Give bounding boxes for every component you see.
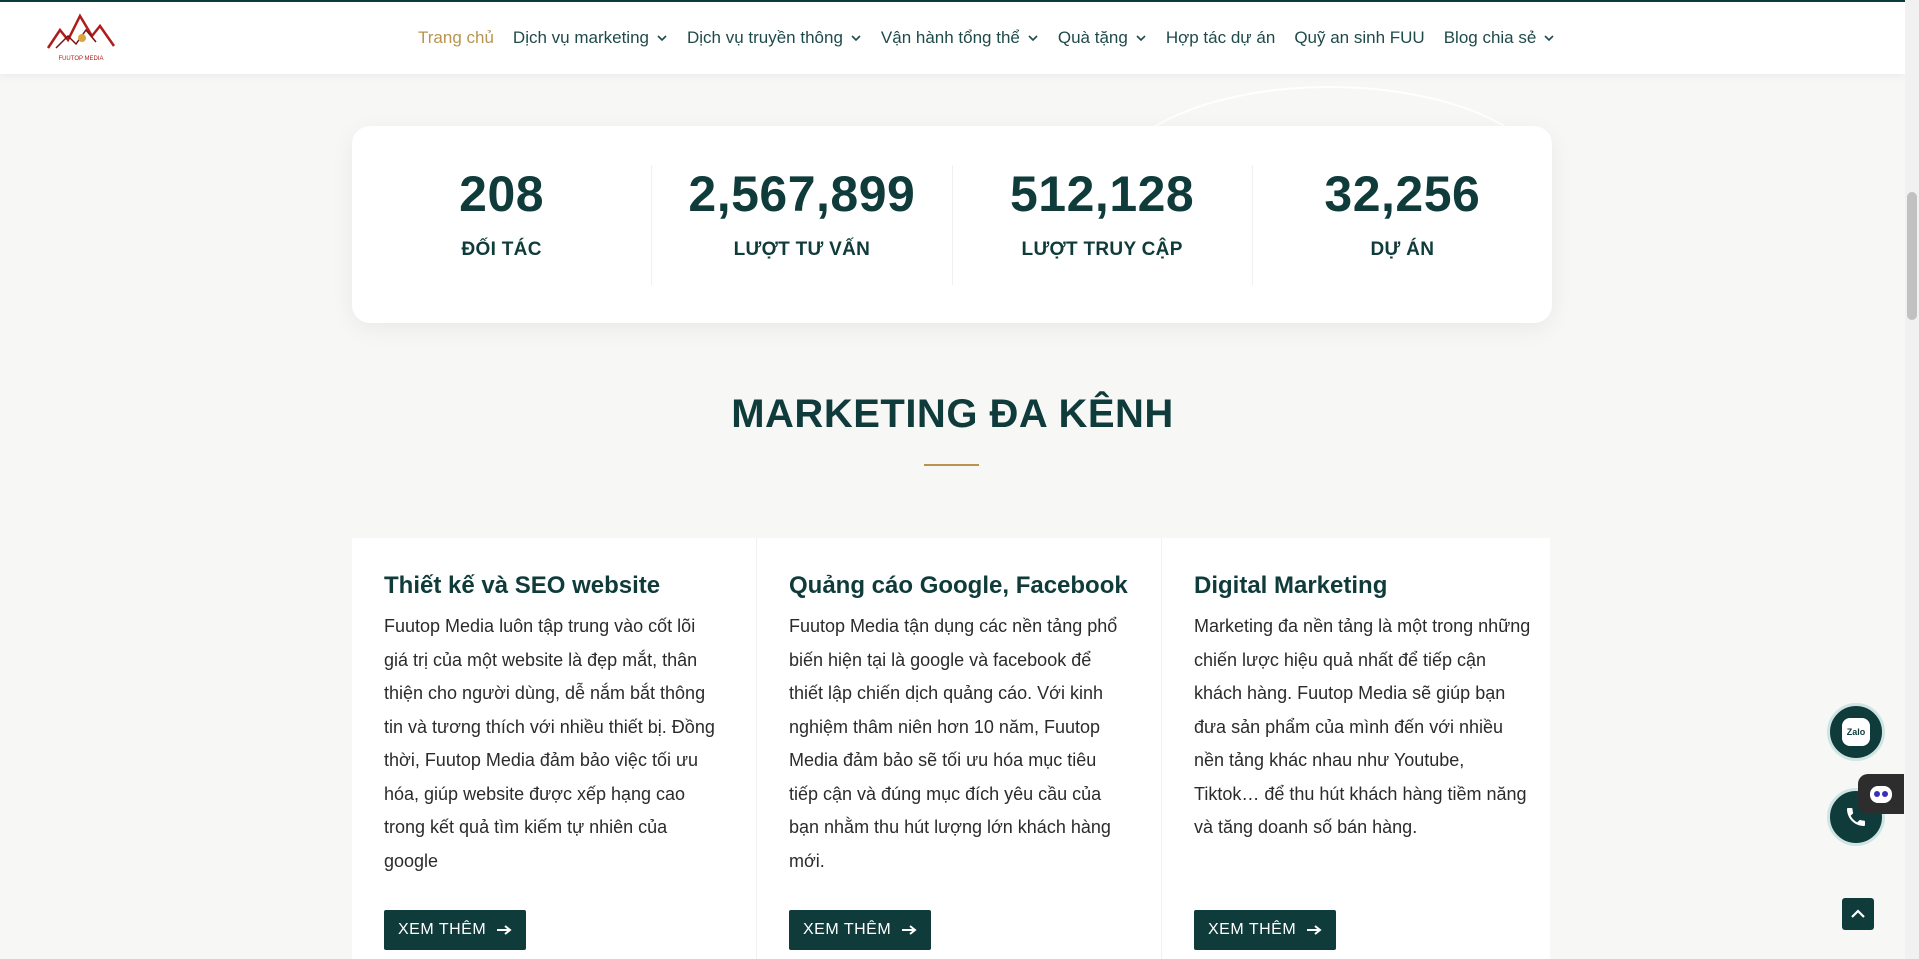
service-card: Thiết kế và SEO website Fuutop Media luôn… <box>352 538 757 959</box>
read-more-label: XEM THÊM <box>803 921 892 938</box>
arrow-right-icon <box>1307 925 1322 935</box>
nav-item-label: Quà tặng <box>1057 28 1128 47</box>
chevron-down-icon <box>657 35 667 42</box>
chevron-down-icon <box>1544 35 1554 42</box>
zalo-icon: Zalo <box>1842 718 1870 746</box>
stat-item: 208 ĐỐI TÁC <box>352 164 653 285</box>
nav-item-label: Dịch vụ marketing <box>512 28 649 47</box>
robot-icon <box>1870 786 1892 803</box>
scrollbar[interactable] <box>1905 0 1919 959</box>
card-description: Marketing đa nền tảng là một trong những… <box>1194 616 1531 837</box>
nav-item-label: Vận hành tổng thể <box>880 28 1020 47</box>
nav-item-label: Trang chủ <box>418 28 494 47</box>
arrow-right-icon <box>902 925 917 935</box>
nav-item-4[interactable]: Quà tặng <box>1058 28 1147 48</box>
chevron-down-icon <box>1028 35 1038 42</box>
main-nav: Trang chủ Dịch vụ marketing Dịch vụ truyền… <box>418 2 1574 74</box>
stat-value: 512,128 <box>1010 165 1195 222</box>
nav-item-7[interactable]: Blog chia sẻ <box>1444 28 1556 48</box>
stat-value: 208 <box>459 165 545 222</box>
nav-item-1[interactable]: Dịch vụ marketing <box>513 28 668 48</box>
nav-item-label: Blog chia sẻ <box>1443 28 1537 47</box>
stat-label: DỰ ÁN <box>1370 238 1435 260</box>
service-cards: Thiết kế và SEO website Fuutop Media luôn… <box>352 538 1550 959</box>
stat-item: 2,567,899 LƯỢT TƯ VẤN <box>652 164 953 285</box>
nav-item-0[interactable]: Trang chủ <box>418 28 494 48</box>
scrollbar-thumb[interactable] <box>1907 192 1917 320</box>
nav-item-6[interactable]: Quỹ an sinh FUU <box>1294 28 1424 48</box>
stat-value: 32,256 <box>1324 165 1481 222</box>
chevron-down-icon <box>851 35 861 42</box>
nav-item-5[interactable]: Hợp tác dự án <box>1166 28 1275 48</box>
read-more-label: XEM THÊM <box>398 921 487 938</box>
section-title: MARKETING ĐA KÊNH <box>731 392 1174 436</box>
nav-item-2[interactable]: Dịch vụ truyền thông <box>687 28 862 48</box>
chatbot-button[interactable] <box>1858 774 1904 814</box>
nav-item-label: Hợp tác dự án <box>1165 28 1276 47</box>
read-more-label: XEM THÊM <box>1208 921 1297 938</box>
stats-panel: 208 ĐỐI TÁC 2,567,899 LƯỢT TƯ VẤN 512,128 LƯỢ… <box>352 126 1552 323</box>
card-title: Thiết kế và SEO website <box>384 572 661 599</box>
stat-label: LƯỢT TƯ VẤN <box>733 238 871 260</box>
read-more-button[interactable]: XEM THÊM <box>789 910 932 950</box>
service-card: Digital Marketing Marketing đa nền tảng l… <box>1162 538 1566 959</box>
back-to-top-button[interactable] <box>1842 898 1874 930</box>
read-more-button[interactable]: XEM THÊM <box>1194 910 1337 950</box>
stat-label: LƯỢT TRUY CẬP <box>1021 238 1183 260</box>
title-underline <box>924 464 979 466</box>
card-description: Fuutop Media tận dụng các nền tảng phổ b… <box>789 616 1118 871</box>
card-description: Fuutop Media luôn tập trung vào cốt lõi … <box>384 616 715 871</box>
logo-text: FUUTOP MEDIA <box>58 56 103 62</box>
zalo-chat-button[interactable]: Zalo <box>1827 703 1885 761</box>
service-card: Quảng cáo Google, Facebook Fuutop Media t… <box>757 538 1162 959</box>
card-title: Digital Marketing <box>1194 572 1388 599</box>
nav-item-3[interactable]: Vận hành tổng thể <box>881 28 1039 48</box>
card-title: Quảng cáo Google, Facebook <box>789 572 1128 599</box>
stat-value: 2,567,899 <box>688 165 916 222</box>
nav-item-label: Quỹ an sinh FUU <box>1294 28 1425 47</box>
stat-item: 32,256 DỰ ÁN <box>1253 165 1552 285</box>
stat-label: ĐỐI TÁC <box>461 238 542 260</box>
arrow-right-icon <box>497 925 512 935</box>
fuutop-logo[interactable]: FUUTOP MEDIA <box>46 8 116 66</box>
read-more-button[interactable]: XEM THÊM <box>384 910 527 950</box>
chevron-up-icon <box>1851 909 1865 918</box>
stat-item: 512,128 LƯỢT TRUY CẬP <box>953 164 1253 285</box>
chevron-down-icon <box>1136 35 1146 42</box>
nav-item-label: Dịch vụ truyền thông <box>686 28 843 47</box>
site-header: FUUTOP MEDIA Trang chủ Dịch vụ marketing D… <box>0 2 1905 74</box>
